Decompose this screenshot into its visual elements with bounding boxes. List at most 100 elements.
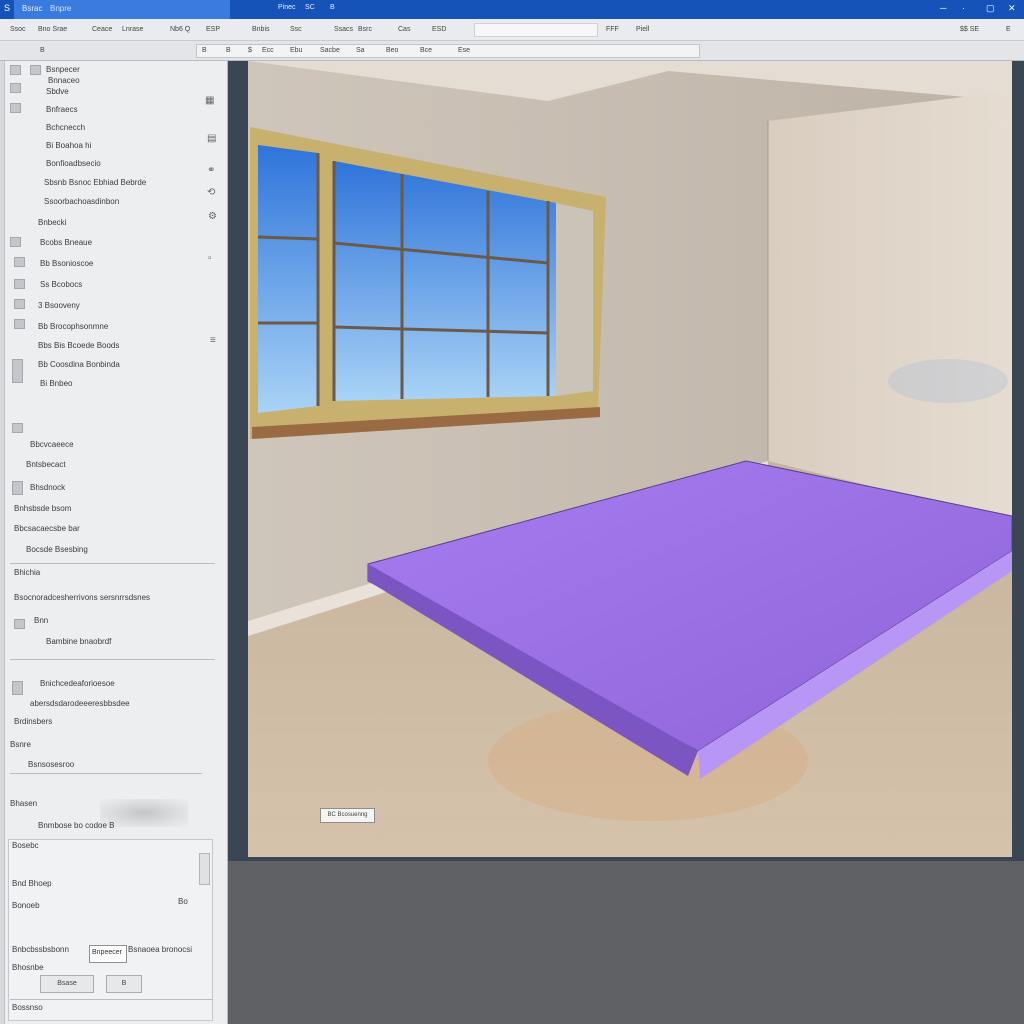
property-row[interactable]: Bo — [178, 897, 188, 906]
layer-icon — [12, 481, 23, 495]
maximize-icon[interactable]: ▢ — [986, 3, 995, 14]
tree-item[interactable]: Bnhsbsde bsom — [14, 504, 71, 513]
toolbar-button[interactable]: B — [40, 47, 45, 54]
minimize-icon[interactable]: ─ — [940, 3, 946, 13]
menu-item[interactable]: Ssoc — [10, 26, 26, 33]
action-button[interactable]: B — [106, 975, 142, 993]
menu-item[interactable]: Bsrc — [358, 26, 372, 33]
tree-item[interactable]: 3 Bsooveny — [38, 301, 80, 310]
tree-item[interactable]: Bnbecki — [38, 218, 66, 227]
tree-item[interactable]: Sbdve — [46, 87, 69, 96]
tree-item[interactable]: Bb Brocophsonmne — [38, 322, 108, 331]
value-field[interactable]: Bnpeecer — [89, 945, 127, 963]
property-row[interactable]: Bsnre — [10, 740, 31, 749]
menu-item[interactable]: Ceace — [92, 26, 112, 33]
frame-icon[interactable]: ▫ — [208, 253, 212, 264]
view-label[interactable]: BC Bcosuenng — [320, 808, 375, 823]
tree-item[interactable]: Bhsdnock — [30, 483, 65, 492]
property-row[interactable]: Bnichcedeaforioesoe — [40, 679, 115, 688]
toolbar-button[interactable]: Sa — [356, 47, 365, 54]
dot-icon[interactable]: · — [962, 3, 965, 13]
tree-item[interactable]: Sbsnb Bsnoc Ebhiad Bebrde — [44, 178, 146, 187]
menu-item[interactable]: ESD — [432, 26, 446, 33]
menu-item[interactable]: Ssacs — [334, 26, 353, 33]
menu-item[interactable]: $$ SE — [960, 26, 979, 33]
tree-item[interactable]: Bonfioadbsecio — [46, 159, 101, 168]
tree-item[interactable]: Bi Bnbeo — [40, 379, 72, 388]
tree-item[interactable]: Bnnaceo — [48, 76, 80, 85]
property-row[interactable]: Bonoeb — [12, 901, 40, 910]
tree-item[interactable]: Bb Bsonioscoe — [40, 259, 93, 268]
property-row[interactable]: Bnmbose bo codoe B — [38, 821, 115, 830]
property-row[interactable]: Bossnso — [12, 1003, 43, 1012]
tree-item[interactable]: Bnfraecs — [46, 105, 78, 114]
tree-item[interactable]: Bb Coosdina Bonbinda — [38, 360, 120, 369]
printer-icon[interactable]: ▤ — [207, 133, 216, 144]
toolbar-button[interactable]: B — [202, 47, 207, 54]
title-menu-item[interactable]: Pinec — [278, 4, 296, 11]
layer-icon — [12, 359, 23, 383]
property-row: Bnbcbssbsbonn — [12, 945, 69, 954]
property-row[interactable]: Bsnsosesroo — [28, 760, 74, 769]
tree-item[interactable]: Bi Boahoa hi — [46, 141, 91, 150]
menu-item[interactable]: E — [1006, 26, 1011, 33]
property-row[interactable]: Bnd Bhoep — [12, 879, 52, 888]
title-menu-item[interactable]: B — [330, 4, 335, 11]
tree-item[interactable]: Bocsde Bsesbing — [26, 545, 88, 554]
menu-item[interactable]: FFF — [606, 26, 619, 33]
property-row: Bhosnbe — [12, 963, 44, 972]
3d-viewport[interactable]: BC Bcosuenng — [248, 61, 1012, 857]
properties-box — [8, 839, 213, 1021]
tree-item[interactable]: Ssoorbachoasdinbon — [44, 197, 119, 206]
toolbar-button[interactable]: Ecc — [262, 47, 274, 54]
toolbar: B B B $ Ecc Ebu Sacbe Sa Beo Bce Ese — [0, 41, 1024, 61]
toolbar-button[interactable]: Ebu — [290, 47, 302, 54]
tree-item[interactable]: Bcobs Bneaue — [40, 238, 92, 247]
tree-item[interactable]: Bntsbecact — [26, 460, 66, 469]
document-tab-active[interactable] — [14, 0, 230, 19]
layer-icon — [10, 237, 21, 247]
menu-item[interactable]: Piell — [636, 26, 649, 33]
window-reveal — [556, 203, 593, 396]
toolbar-button[interactable]: Ese — [458, 47, 470, 54]
toolbar-button[interactable]: Bce — [420, 47, 432, 54]
document-tab-label[interactable]: Bsrac — [22, 4, 42, 13]
tree-item[interactable]: Bbcvcaeece — [30, 440, 74, 449]
menu-item[interactable]: Nb6 Q — [170, 26, 190, 33]
link-icon[interactable]: ⚭ — [207, 165, 215, 176]
toolbar-button[interactable]: Beo — [386, 47, 398, 54]
property-row[interactable]: Bsocnoradcesherrivons sersnrrsdsnes — [14, 593, 150, 602]
menu-item[interactable]: Bno Srae — [38, 26, 67, 33]
property-row[interactable]: Bhasen — [10, 799, 37, 808]
menu-item[interactable]: ESP — [206, 26, 220, 33]
tree-item[interactable]: Ss Bcobocs — [40, 280, 82, 289]
menu-search-box[interactable] — [474, 23, 598, 37]
menu-item[interactable]: Ssc — [290, 26, 302, 33]
property-row[interactable]: Brdinsbers — [14, 717, 52, 726]
close-icon[interactable]: ✕ — [1008, 3, 1016, 14]
menu-item[interactable]: Lnrase — [122, 26, 143, 33]
property-row[interactable]: Bnn — [34, 616, 48, 625]
grid-icon[interactable]: ▦ — [205, 95, 214, 106]
tree-item[interactable]: Bchcnecch — [46, 123, 85, 132]
scrollbar[interactable] — [199, 853, 210, 885]
title-menu-item[interactable]: SC — [305, 4, 315, 11]
tree-item[interactable]: Bsnpecer — [46, 65, 80, 74]
menu-item[interactable]: Cas — [398, 26, 410, 33]
toolbar-button[interactable]: B — [226, 47, 231, 54]
tree-item[interactable]: Bbcsacaecsbe bar — [14, 524, 80, 533]
tree-item[interactable]: Bbs Bis Bcoede Boods — [38, 341, 119, 350]
menu-item[interactable]: Bnbis — [252, 26, 270, 33]
app-icon[interactable]: S — [4, 3, 10, 13]
property-row[interactable]: abersdsdarodeeeresbbsdee — [30, 699, 130, 708]
list-icon[interactable]: ≡ — [210, 335, 216, 346]
toolbar-button[interactable]: Sacbe — [320, 47, 340, 54]
settings-icon[interactable]: ⚙ — [208, 211, 217, 222]
property-row[interactable]: Bambine bnaobrdf — [46, 637, 111, 646]
toolbar-button[interactable]: $ — [248, 47, 252, 54]
layer-icon — [12, 423, 23, 433]
separator — [10, 999, 213, 1000]
rotate-icon[interactable]: ⟲ — [207, 187, 215, 198]
document-tab-label-secondary[interactable]: Bnpre — [50, 4, 71, 13]
action-button[interactable]: Bsase — [40, 975, 94, 993]
